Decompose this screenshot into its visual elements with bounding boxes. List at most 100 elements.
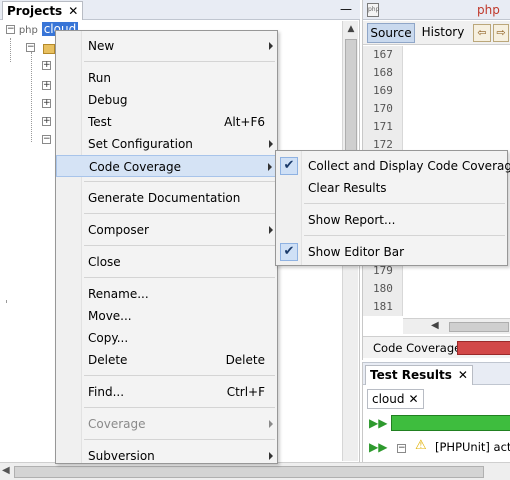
menu-separator	[304, 235, 505, 236]
menu-separator	[84, 181, 275, 182]
menu-item-label: Delete	[88, 353, 128, 367]
menu-separator	[84, 277, 275, 278]
collapse-icon[interactable]: −	[26, 43, 35, 52]
test-session-label: cloud	[372, 392, 405, 406]
menu-item-code-coverage[interactable]: Code Coverage	[56, 155, 277, 177]
test-results-panel: Test Results ✕ cloud ✕ ▶▶ ▶▶ − ⚠ [PHPUnit]…	[362, 362, 510, 462]
submenu-item-show-report[interactable]: Show Report...	[276, 209, 507, 231]
submenu-item-show-editor-bar[interactable]: ✔ Show Editor Bar	[276, 241, 507, 263]
editor-header: php php	[363, 0, 510, 20]
tree-connector	[31, 52, 32, 142]
menu-separator	[84, 439, 275, 440]
back-icon[interactable]: ⇦	[473, 24, 491, 42]
menu-item-close[interactable]: Close	[56, 251, 277, 273]
check-icon: ✔	[280, 157, 298, 175]
menu-item-label: New	[88, 39, 115, 53]
submenu-item-clear-results[interactable]: Clear Results	[276, 177, 507, 199]
php-file-icon: php	[367, 3, 379, 17]
tree-node[interactable]: +	[42, 78, 51, 92]
menu-item-copy[interactable]: Copy...	[56, 327, 277, 349]
menu-item-label: Close	[88, 255, 121, 269]
menu-item-label: Debug	[88, 93, 128, 107]
submenu-arrow-icon	[269, 420, 273, 428]
menu-item-label: Run	[88, 71, 112, 85]
tree-connector	[6, 300, 7, 302]
menu-item-label: Generate Documentation	[88, 191, 241, 205]
test-results-tab[interactable]: Test Results ✕	[365, 365, 473, 385]
scroll-left-icon[interactable]: ◀	[2, 465, 10, 476]
menu-item-label: Rename...	[88, 287, 149, 301]
php-project-icon: php	[18, 25, 38, 36]
submenu-item-collect[interactable]: ✔ Collect and Display Code Coverage	[276, 155, 510, 177]
menu-item-composer[interactable]: Composer	[56, 219, 277, 241]
expand-icon[interactable]: +	[42, 61, 51, 70]
code-coverage-bar: Code Coverage:	[363, 336, 510, 358]
menu-item-label: Copy...	[88, 331, 129, 345]
menu-item-subversion[interactable]: Subversion	[56, 445, 277, 467]
line-number: 171	[373, 120, 393, 133]
test-result-label[interactable]: [PHPUnit] activi	[435, 440, 510, 454]
tree-node[interactable]: +	[42, 96, 51, 110]
menu-item-test[interactable]: Test Alt+F6	[56, 111, 277, 133]
editor-toolbar: Source History ⇦ ⇨	[363, 21, 510, 45]
test-session-tab[interactable]: cloud ✕	[367, 389, 424, 409]
menu-item-label: Set Configuration	[88, 137, 193, 151]
menu-item-label: Show Report...	[308, 213, 396, 227]
scrollbar-thumb[interactable]	[449, 322, 509, 332]
rerun-failed-icon[interactable]: ▶▶	[369, 439, 387, 455]
submenu-arrow-icon	[269, 140, 273, 148]
menu-item-label: Clear Results	[308, 181, 387, 195]
menu-item-label: Collect and Display Code Coverage	[308, 159, 510, 173]
collapse-icon[interactable]: −	[397, 441, 406, 455]
history-tab[interactable]: History	[419, 23, 467, 43]
source-tab[interactable]: Source	[367, 23, 415, 43]
code-coverage-meter[interactable]	[457, 341, 510, 355]
test-results-header: Test Results ✕	[363, 363, 510, 385]
warning-icon: ⚠	[415, 438, 427, 453]
scroll-up-icon[interactable]: ▲	[343, 21, 359, 37]
expand-icon[interactable]: +	[42, 99, 51, 108]
menu-item-debug[interactable]: Debug	[56, 89, 277, 111]
menu-separator	[84, 245, 275, 246]
minimize-icon[interactable]: —	[340, 2, 354, 16]
scrollbar-thumb[interactable]	[14, 466, 484, 478]
menu-item-find[interactable]: Find... Ctrl+F	[56, 381, 277, 403]
editor-horizontal-scrollbar[interactable]: ◀	[403, 318, 510, 334]
menu-item-new[interactable]: New	[56, 35, 277, 57]
expand-icon[interactable]: +	[42, 81, 51, 90]
forward-icon[interactable]: ⇨	[493, 24, 509, 42]
menu-item-rename[interactable]: Rename...	[56, 283, 277, 305]
check-icon: ✔	[280, 243, 298, 261]
line-number: 170	[373, 102, 393, 115]
scrollbar-thumb[interactable]	[345, 39, 357, 159]
close-icon[interactable]: ✕	[68, 4, 78, 18]
tree-node[interactable]: +	[42, 58, 51, 72]
project-context-menu: New Run Debug Test Alt+F6 Set Configurat…	[55, 30, 278, 464]
collapse-icon[interactable]: −	[6, 25, 15, 34]
close-icon[interactable]: ✕	[409, 392, 419, 406]
menu-item-label: Find...	[88, 385, 125, 399]
menu-item-move[interactable]: Move...	[56, 305, 277, 327]
menu-item-run[interactable]: Run	[56, 67, 277, 89]
scroll-left-icon[interactable]: ◀	[431, 320, 439, 331]
menu-item-generate-documentation[interactable]: Generate Documentation	[56, 187, 277, 209]
projects-tab[interactable]: Projects ✕	[2, 1, 84, 20]
editor-file-tab[interactable]: php	[477, 3, 500, 17]
close-icon[interactable]: ✕	[458, 368, 468, 382]
menu-item-label: Code Coverage	[89, 160, 182, 174]
menu-item-set-configuration[interactable]: Set Configuration	[56, 133, 277, 155]
submenu-arrow-icon	[269, 226, 273, 234]
tree-node[interactable]: +	[42, 114, 51, 128]
line-number: 169	[373, 84, 393, 97]
tree-node[interactable]: −	[42, 132, 51, 146]
expand-icon[interactable]: +	[42, 117, 51, 126]
line-number: 180	[373, 282, 393, 295]
menu-item-coverage: Coverage	[56, 413, 277, 435]
menu-item-label: Composer	[88, 223, 149, 237]
collapse-icon[interactable]: −	[42, 135, 51, 144]
tree-connector	[10, 38, 11, 62]
projects-tab-label: Projects	[7, 4, 63, 18]
line-number: 167	[373, 48, 393, 61]
menu-item-delete[interactable]: Delete Delete	[56, 349, 277, 371]
rerun-icon[interactable]: ▶▶	[369, 415, 387, 431]
